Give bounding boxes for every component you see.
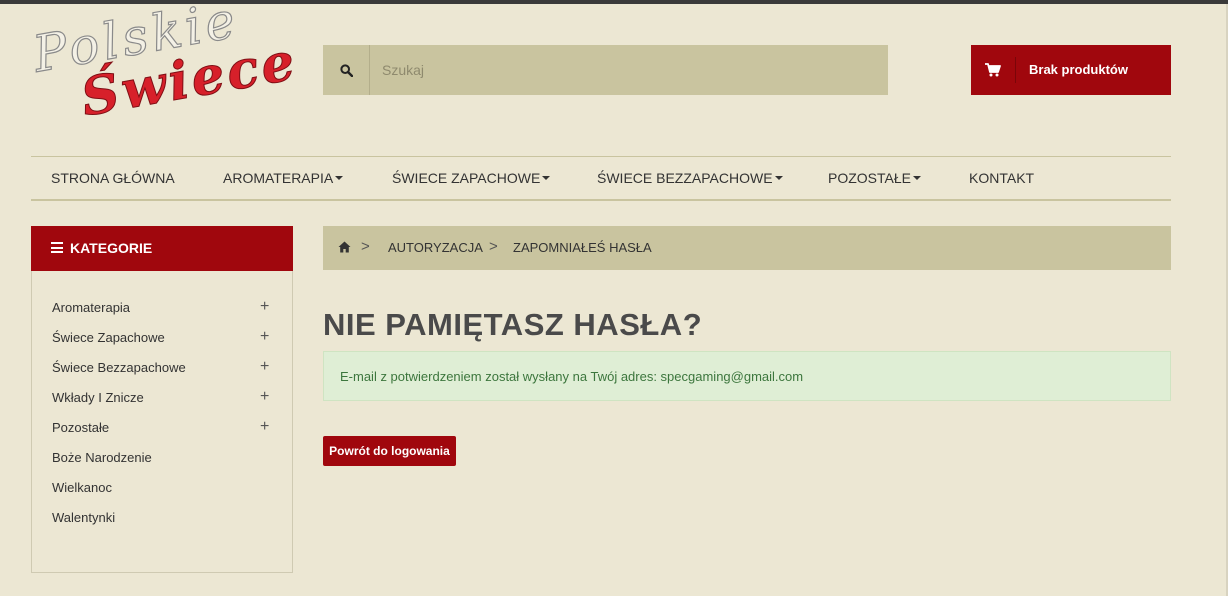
home-icon[interactable] xyxy=(338,241,351,253)
nav-item-aromaterapia[interactable]: AROMATERAPIA xyxy=(223,170,344,186)
expand-plus-icon[interactable]: + xyxy=(260,389,269,405)
page-title: NIE PAMIĘTASZ HASŁA? xyxy=(323,307,703,342)
caret-down-icon xyxy=(774,176,783,181)
cart-icon-wrap xyxy=(971,45,1015,95)
caret-down-icon xyxy=(912,176,921,181)
category-item-wklady-i-znicze[interactable]: Wkłady I Znicze xyxy=(52,390,144,405)
cart-label: Brak produktów xyxy=(1029,62,1128,77)
search-bar xyxy=(323,45,888,95)
nav-item-home[interactable]: STRONA GŁÓWNA xyxy=(51,170,175,186)
nav-item-swiece-bezzapachowe[interactable]: ŚWIECE BEZZAPACHOWE xyxy=(597,170,783,186)
category-item-aromaterapia[interactable]: Aromaterapia xyxy=(52,300,130,315)
category-item-wielkanoc[interactable]: Wielkanoc xyxy=(52,480,112,495)
breadcrumb-separator: > xyxy=(361,238,370,255)
category-item-boze-narodzenie[interactable]: Boże Narodzenie xyxy=(52,450,152,465)
menu-icon xyxy=(51,242,63,253)
expand-plus-icon[interactable]: + xyxy=(260,299,269,315)
main-nav: STRONA GŁÓWNA AROMATERAPIA ŚWIECE ZAPACH… xyxy=(31,156,1171,201)
cart-separator xyxy=(1015,57,1016,83)
expand-plus-icon[interactable]: + xyxy=(260,329,269,345)
alert-message: E-mail z potwierdzeniem został wysłany n… xyxy=(340,369,804,384)
category-item-swiece-zapachowe[interactable]: Świece Zapachowe xyxy=(52,330,165,345)
expand-plus-icon[interactable]: + xyxy=(260,419,269,435)
nav-item-kontakt[interactable]: KONTAKT xyxy=(969,170,1034,186)
caret-down-icon xyxy=(542,176,551,181)
success-alert: E-mail z potwierdzeniem został wysłany n… xyxy=(323,351,1171,401)
category-item-pozostale[interactable]: Pozostałe xyxy=(52,420,109,435)
nav-item-swiece-zapachowe[interactable]: ŚWIECE ZAPACHOWE xyxy=(392,170,551,186)
cart-icon xyxy=(985,63,1001,77)
site-logo[interactable]: Polskie Świece xyxy=(28,0,302,142)
nav-item-label: KONTAKT xyxy=(969,170,1035,186)
breadcrumb: > AUTORYZACJA > ZAPOMNIAŁEŚ HASŁA xyxy=(323,226,1171,270)
categories-list: Aromaterapia + Świece Zapachowe + Świece… xyxy=(31,271,293,573)
breadcrumb-current: ZAPOMNIAŁEŚ HASŁA xyxy=(513,240,652,255)
nav-item-label: ŚWIECE ZAPACHOWE xyxy=(392,170,541,186)
nav-item-label: ŚWIECE BEZZAPACHOWE xyxy=(597,170,773,186)
nav-item-label: POZOSTAŁE xyxy=(828,170,911,186)
breadcrumb-separator: > xyxy=(489,238,498,255)
category-item-walentynki[interactable]: Walentynki xyxy=(52,510,115,525)
breadcrumb-autoryzacja[interactable]: AUTORYZACJA xyxy=(388,240,483,255)
back-to-login-button[interactable]: Powrót do logowania xyxy=(323,436,456,466)
nav-item-label: AROMATERAPIA xyxy=(223,170,334,186)
category-item-swiece-bezzapachowe[interactable]: Świece Bezzapachowe xyxy=(52,360,186,375)
categories-header: KATEGORIE xyxy=(31,226,293,271)
search-button[interactable] xyxy=(323,45,370,95)
nav-item-pozostale[interactable]: POZOSTAŁE xyxy=(828,170,921,186)
nav-item-label: STRONA GŁÓWNA xyxy=(51,170,175,186)
search-input[interactable] xyxy=(371,45,888,95)
categories-title: KATEGORIE xyxy=(70,240,153,256)
expand-plus-icon[interactable]: + xyxy=(260,359,269,375)
caret-down-icon xyxy=(335,176,344,181)
search-icon xyxy=(339,63,353,77)
cart-button[interactable]: Brak produktów xyxy=(971,45,1171,95)
